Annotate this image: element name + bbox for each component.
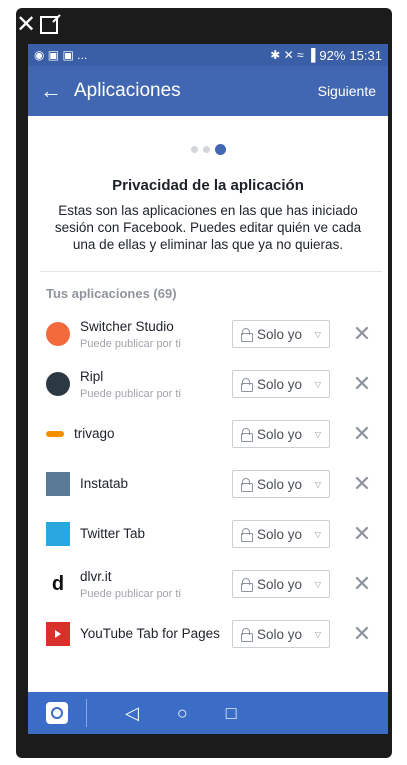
- audience-label: Solo yo: [257, 326, 303, 342]
- chevron-down-icon: ▽: [314, 579, 321, 589]
- chevron-down-icon: ▽: [314, 379, 321, 389]
- divider: [40, 271, 382, 272]
- remove-app-icon[interactable]: ✕: [352, 623, 372, 645]
- remove-app-icon[interactable]: ✕: [352, 573, 372, 595]
- lock-icon: [241, 528, 253, 542]
- twitter-tab-icon: [46, 522, 70, 546]
- app-name[interactable]: dlvr.it: [80, 569, 220, 585]
- app-permission: Puede publicar por ti: [80, 337, 181, 350]
- audience-selector[interactable]: Solo yo ▽: [232, 570, 330, 598]
- app-text: YouTube Tab for Pages: [80, 626, 220, 642]
- step-indicator: [28, 144, 388, 155]
- trivago-icon: [46, 431, 64, 437]
- chevron-down-icon: ▽: [314, 529, 321, 539]
- teamviewer-icon[interactable]: [46, 702, 68, 724]
- app-row: YouTube Tab for Pages Solo yo ▽ ✕: [28, 609, 388, 659]
- app-permission: Puede publicar por ti: [80, 587, 181, 600]
- lock-icon: [241, 628, 253, 642]
- switcher-studio-icon: [46, 322, 70, 346]
- remove-app-icon[interactable]: ✕: [352, 323, 372, 345]
- app-text: Instatab: [80, 476, 220, 492]
- notification-icons: ◉ ▣ ▣ ...: [34, 48, 88, 62]
- chevron-down-icon: ▽: [314, 479, 321, 489]
- step-dot-active: [214, 144, 226, 155]
- audience-selector[interactable]: Solo yo ▽: [232, 370, 330, 398]
- app-row: Twitter Tab Solo yo ▽ ✕: [28, 509, 388, 559]
- chevron-down-icon: ▽: [314, 629, 321, 639]
- home-circle-icon[interactable]: ○: [177, 703, 188, 724]
- app-text: trivago: [74, 426, 214, 442]
- remove-app-icon[interactable]: ✕: [352, 423, 372, 445]
- status-icons: ✱ ✕ ≈ ▐: [270, 48, 316, 62]
- page-title: Aplicaciones: [74, 80, 181, 101]
- app-name[interactable]: Switcher Studio: [80, 319, 220, 335]
- clock: 15:31: [349, 47, 382, 63]
- audience-selector[interactable]: Solo yo ▽: [232, 520, 330, 548]
- app-text: Ripl Puede publicar por ti: [80, 369, 220, 400]
- chevron-down-icon: ▽: [314, 329, 321, 339]
- battery-level: 92%: [319, 47, 346, 63]
- status-bar: ◉ ▣ ▣ ... ✱ ✕ ≈ ▐ 92% 15:31: [28, 44, 388, 66]
- close-icon[interactable]: ✕: [16, 13, 36, 37]
- audience-label: Solo yo: [257, 426, 303, 442]
- app-text: dlvr.it Puede publicar por ti: [80, 569, 220, 600]
- app-text: Twitter Tab: [80, 526, 220, 542]
- app-row: Instatab Solo yo ▽ ✕: [28, 459, 388, 509]
- phone-screen: ◉ ▣ ▣ ... ✱ ✕ ≈ ▐ 92% 15:31 ← Aplicacion…: [28, 44, 388, 734]
- remove-app-icon[interactable]: ✕: [352, 473, 372, 495]
- app-name[interactable]: Ripl: [80, 369, 220, 385]
- ripl-icon: [46, 372, 70, 396]
- audience-label: Solo yo: [257, 476, 303, 492]
- app-list: Switcher Studio Puede publicar por ti Solo…: [28, 309, 388, 659]
- app-name[interactable]: YouTube Tab for Pages: [80, 626, 220, 642]
- app-name[interactable]: trivago: [74, 426, 214, 442]
- youtube-tab-icon: [46, 622, 70, 646]
- app-permission: Puede publicar por ti: [80, 387, 181, 400]
- host-toolbar: ✕: [16, 12, 59, 38]
- audience-label: Solo yo: [257, 376, 303, 392]
- dlvrit-icon: d: [51, 572, 65, 595]
- lock-icon: [241, 328, 253, 342]
- audience-label: Solo yo: [257, 626, 303, 642]
- step-dot: [190, 146, 198, 153]
- next-button[interactable]: Siguiente: [318, 83, 376, 99]
- popout-icon[interactable]: [40, 16, 59, 34]
- lock-icon: [241, 428, 253, 442]
- section-description: Estas son las aplicaciones en las que ha…: [54, 203, 362, 252]
- chevron-down-icon: ▽: [314, 429, 321, 439]
- app-text: Switcher Studio Puede publicar por ti: [80, 319, 220, 350]
- audience-selector[interactable]: Solo yo ▽: [232, 620, 330, 648]
- section-heading: Privacidad de la aplicación: [112, 177, 304, 194]
- apps-count-label: Tus aplicaciones (69): [46, 286, 177, 301]
- lock-icon: [241, 578, 253, 592]
- step-dot: [202, 146, 210, 153]
- audience-selector[interactable]: Solo yo ▽: [232, 420, 330, 448]
- app-bar: ← Aplicaciones Siguiente: [28, 66, 388, 116]
- android-nav-bar: ◁ ○ □: [28, 692, 388, 734]
- back-arrow-icon[interactable]: ←: [40, 78, 68, 104]
- app-name[interactable]: Twitter Tab: [80, 526, 220, 542]
- audience-selector[interactable]: Solo yo ▽: [232, 470, 330, 498]
- app-row: trivago Solo yo ▽ ✕: [28, 409, 388, 459]
- audience-selector[interactable]: Solo yo ▽: [232, 320, 330, 348]
- app-row: Switcher Studio Puede publicar por ti Solo…: [28, 309, 388, 359]
- recents-square-icon[interactable]: □: [226, 703, 237, 724]
- nav-separator: [86, 699, 87, 727]
- audience-label: Solo yo: [257, 526, 303, 542]
- remove-app-icon[interactable]: ✕: [352, 373, 372, 395]
- app-row: Ripl Puede publicar por ti Solo yo ▽ ✕: [28, 359, 388, 409]
- back-triangle-icon[interactable]: ◁: [125, 703, 139, 724]
- lock-icon: [241, 478, 253, 492]
- remove-app-icon[interactable]: ✕: [352, 523, 372, 545]
- instatab-icon: [46, 472, 70, 496]
- app-row: d dlvr.it Puede publicar por ti Solo yo ▽ ✕: [28, 559, 388, 609]
- lock-icon: [241, 378, 253, 392]
- app-name[interactable]: Instatab: [80, 476, 220, 492]
- audience-label: Solo yo: [257, 576, 303, 592]
